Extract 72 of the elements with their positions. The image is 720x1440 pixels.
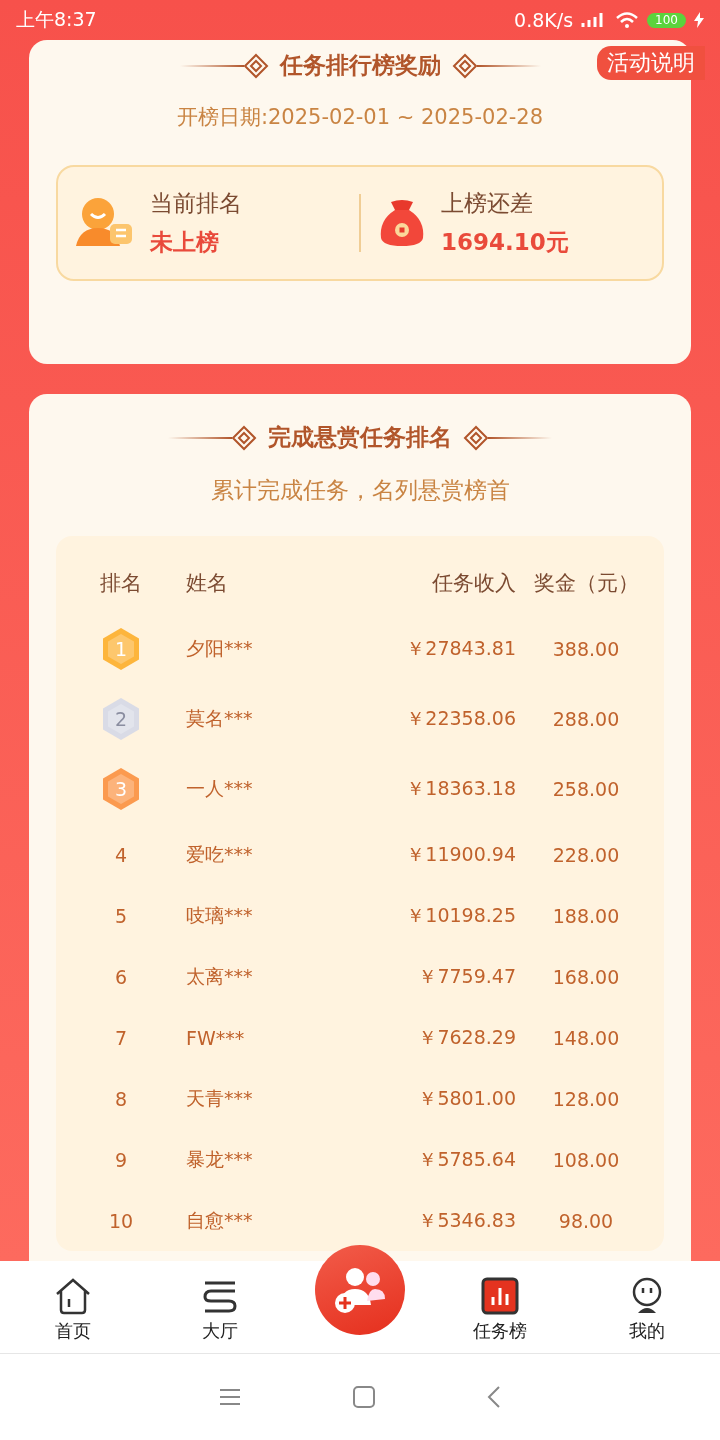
network-speed: 0.8K/s bbox=[514, 9, 574, 31]
rank-number: 7 bbox=[114, 1026, 128, 1049]
tab-item[interactable]: 我的 bbox=[573, 1261, 720, 1353]
income-cell-text: ￥10198.25 bbox=[405, 902, 516, 928]
diamond-ornament-icon bbox=[450, 52, 541, 79]
bonus-cell-text: 288.00 bbox=[551, 708, 621, 730]
income-cell-text: ￥18363.18 bbox=[405, 776, 516, 801]
rank-number: 5 bbox=[114, 904, 128, 927]
bonus-cell-text: 388.00 bbox=[551, 638, 621, 660]
stat-value: 1694.10元 bbox=[441, 228, 569, 257]
stat-value: 未上榜 bbox=[150, 228, 220, 257]
income-cell-text: ￥5801.00 bbox=[417, 1085, 516, 1111]
user-name: 爱吃*** bbox=[186, 841, 254, 867]
user-name: 夕阳*** bbox=[186, 636, 254, 661]
card-title: 任务排行榜奖励 bbox=[279, 51, 441, 80]
income-cell-text: ￥22358.06 bbox=[405, 706, 516, 731]
rank-number: 9 bbox=[114, 1148, 128, 1171]
bonus-cell-text: 168.00 bbox=[551, 965, 621, 988]
rank-number: 4 bbox=[114, 843, 128, 866]
bonus-cell-text: 258.00 bbox=[551, 778, 621, 800]
rank-number: 8 bbox=[114, 1087, 128, 1110]
user-name: 一人*** bbox=[186, 776, 254, 801]
charging-icon bbox=[694, 12, 704, 28]
user-name: 天青*** bbox=[186, 1085, 254, 1111]
user-name: 莫名*** bbox=[186, 706, 254, 731]
rank-medal: 3 bbox=[101, 767, 141, 811]
add-users-icon bbox=[333, 1265, 387, 1315]
column-header: 任务收入 bbox=[431, 570, 516, 597]
user-name: 太离*** bbox=[186, 963, 254, 989]
date-range: 开榜日期:2025-02-01 ~ 2025-02-28 bbox=[175, 104, 545, 131]
diamond-ornament-icon bbox=[168, 424, 258, 451]
income-cell-text: ￥11900.94 bbox=[405, 841, 516, 867]
bonus-cell-text: 108.00 bbox=[551, 1148, 621, 1171]
user-name: 暴龙*** bbox=[186, 1146, 254, 1172]
chart-icon bbox=[481, 1277, 520, 1315]
income-cell-text: ￥5785.64 bbox=[417, 1146, 516, 1172]
column-header: 姓名 bbox=[186, 570, 229, 597]
income-cell-text: ￥7628.29 bbox=[417, 1024, 516, 1050]
card-subtitle: 累计完成任务，名列悬赏榜首 bbox=[209, 476, 511, 505]
diamond-ornament-icon bbox=[179, 52, 270, 79]
status-time: 上午8:37 bbox=[16, 7, 97, 32]
rank-medal: 2 bbox=[101, 697, 141, 741]
column-header: 奖金（元） bbox=[532, 570, 640, 597]
bonus-cell-text: 148.00 bbox=[551, 1026, 621, 1049]
tab-item[interactable]: 首页 bbox=[0, 1261, 147, 1353]
user-name: 自愈*** bbox=[186, 1207, 254, 1233]
back-icon[interactable] bbox=[486, 1385, 502, 1409]
stat-label: 上榜还差 bbox=[441, 189, 534, 218]
income-cell-text: ￥7759.47 bbox=[417, 963, 516, 989]
money-bag-icon bbox=[379, 198, 425, 248]
wifi-icon bbox=[615, 11, 640, 29]
column-header: 排名 bbox=[99, 570, 143, 597]
home-square-icon[interactable] bbox=[352, 1385, 376, 1409]
income-cell-text: ￥5346.83 bbox=[417, 1207, 516, 1233]
rules-link[interactable]: 活动说明 bbox=[597, 46, 705, 80]
tab-item[interactable]: 大厅 bbox=[146, 1261, 293, 1353]
user-name: FW*** bbox=[186, 1026, 246, 1049]
bonus-cell-text: 98.00 bbox=[557, 1209, 615, 1232]
battery-indicator: 100 bbox=[647, 12, 686, 28]
rank-number: 6 bbox=[114, 965, 128, 988]
diamond-ornament-icon bbox=[462, 424, 552, 451]
card-title: 完成悬赏任务排名 bbox=[268, 423, 452, 452]
bonus-cell-text: 228.00 bbox=[551, 843, 621, 866]
rank-number: 10 bbox=[108, 1209, 134, 1232]
menu-icon[interactable] bbox=[218, 1387, 242, 1407]
income-cell-text: ￥27843.81 bbox=[405, 636, 516, 661]
stat-label: 当前排名 bbox=[150, 189, 242, 218]
tab-item[interactable]: 任务榜 bbox=[427, 1261, 574, 1353]
bonus-cell-text: 128.00 bbox=[551, 1087, 621, 1110]
user-name: 吱璃*** bbox=[186, 902, 254, 928]
rank-medal: 1 bbox=[101, 627, 141, 671]
bonus-cell-text: 188.00 bbox=[551, 904, 621, 927]
